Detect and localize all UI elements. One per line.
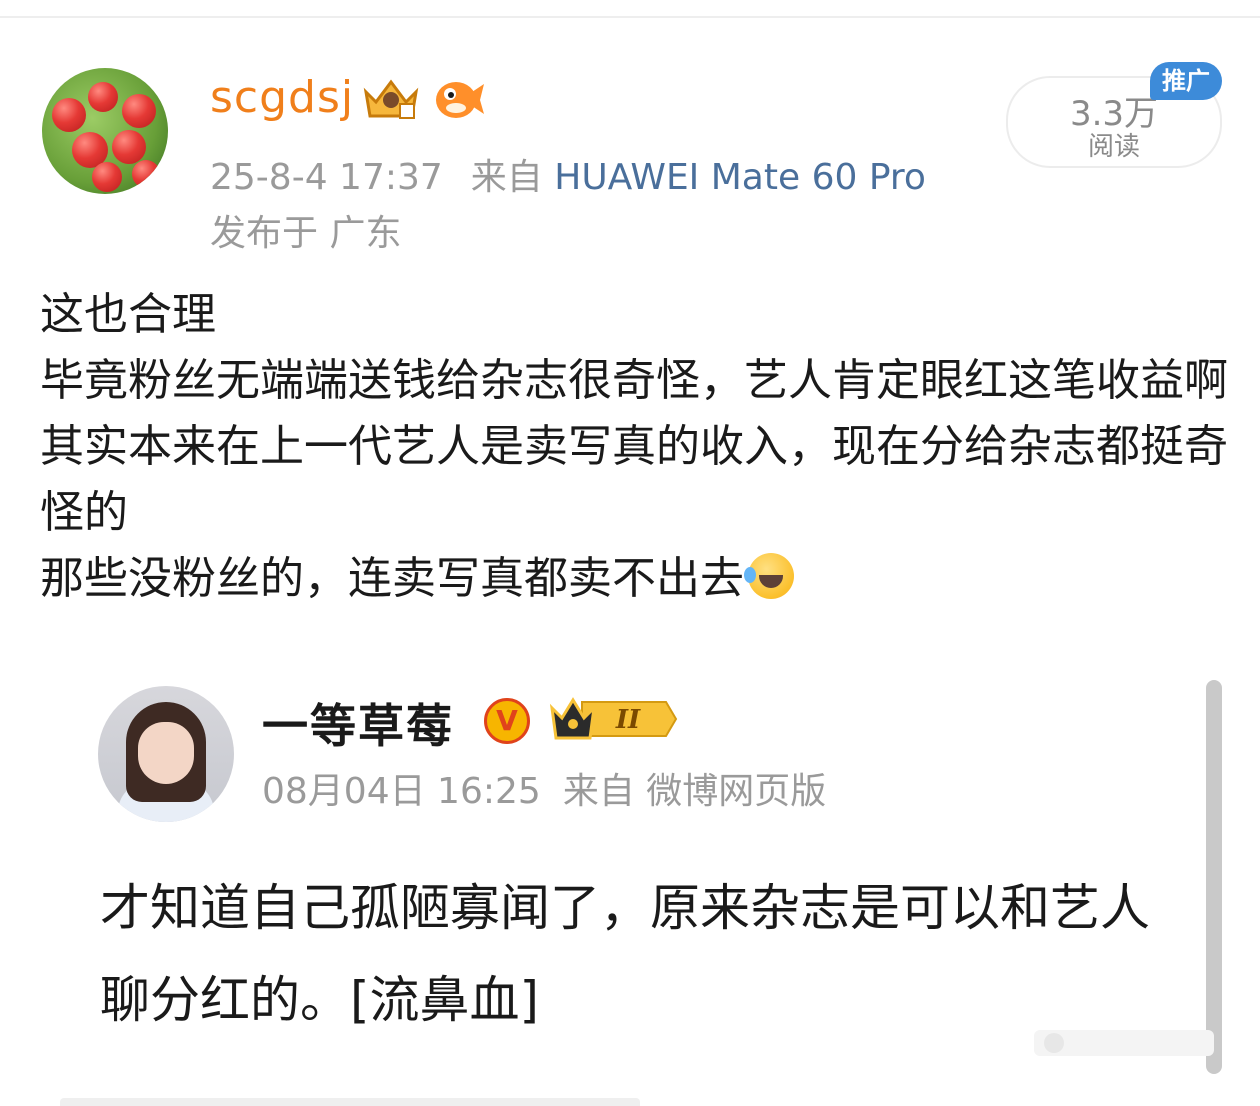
- post-line: 毕竟粉丝无端端送钱给杂志很奇怪，艺人肯定眼红这笔收益啊: [40, 355, 1228, 406]
- pufferfish-badge-icon[interactable]: [432, 74, 484, 124]
- post-body: 这也合理 毕竟粉丝无端端送钱给杂志很奇怪，艺人肯定眼红这笔收益啊 其实本来在上一…: [40, 282, 1230, 612]
- quoted-card-scrollbar[interactable]: [1206, 680, 1222, 1074]
- post-line: 那些没粉丝的，连卖写真都卖不出去: [40, 546, 1230, 612]
- quoted-timestamp: 08月04日 16:25: [262, 771, 541, 812]
- quoted-author-name[interactable]: 一等草莓: [262, 690, 454, 756]
- crown-level-text: II: [615, 705, 641, 735]
- post-meta: 25-8-4 17:37 来自 HUAWEI Mate 60 Pro: [210, 148, 926, 200]
- verified-v-icon: V: [484, 698, 530, 744]
- source-prefix: 来自: [470, 157, 543, 198]
- quoted-post-text: 才知道自己孤陋寡闻了，原来杂志是可以和艺人聊分红的。[流鼻血]: [100, 879, 1150, 1029]
- crown-level-badge-icon[interactable]: [360, 72, 422, 124]
- post-timestamp: 25-8-4 17:37: [210, 157, 443, 198]
- author-avatar[interactable]: [42, 68, 168, 194]
- quoted-author-avatar[interactable]: [98, 686, 234, 822]
- read-count-label: 阅读: [1087, 132, 1140, 162]
- post-location: 发布于 广东: [210, 213, 402, 254]
- post-line: 这也合理: [40, 289, 216, 340]
- promoted-tag[interactable]: 推广: [1150, 62, 1222, 100]
- author-username[interactable]: scgdsj: [210, 72, 354, 123]
- laugh-cry-emoji-icon: [744, 553, 794, 599]
- post-line: 其实本来在上一代艺人是卖写真的收入，现在分给杂志都挺奇怪的: [40, 421, 1228, 538]
- device-link[interactable]: HUAWEI Mate 60 Pro: [554, 157, 926, 198]
- crown-level-2-icon[interactable]: II: [548, 694, 678, 744]
- weibo-watermark-icon: [1034, 1030, 1214, 1056]
- top-divider: [0, 16, 1260, 18]
- quoted-source: 来自 微博网页版: [562, 771, 827, 812]
- bottom-strip: [60, 1098, 640, 1106]
- quoted-meta: 08月04日 16:25 来自 微博网页版: [262, 762, 826, 814]
